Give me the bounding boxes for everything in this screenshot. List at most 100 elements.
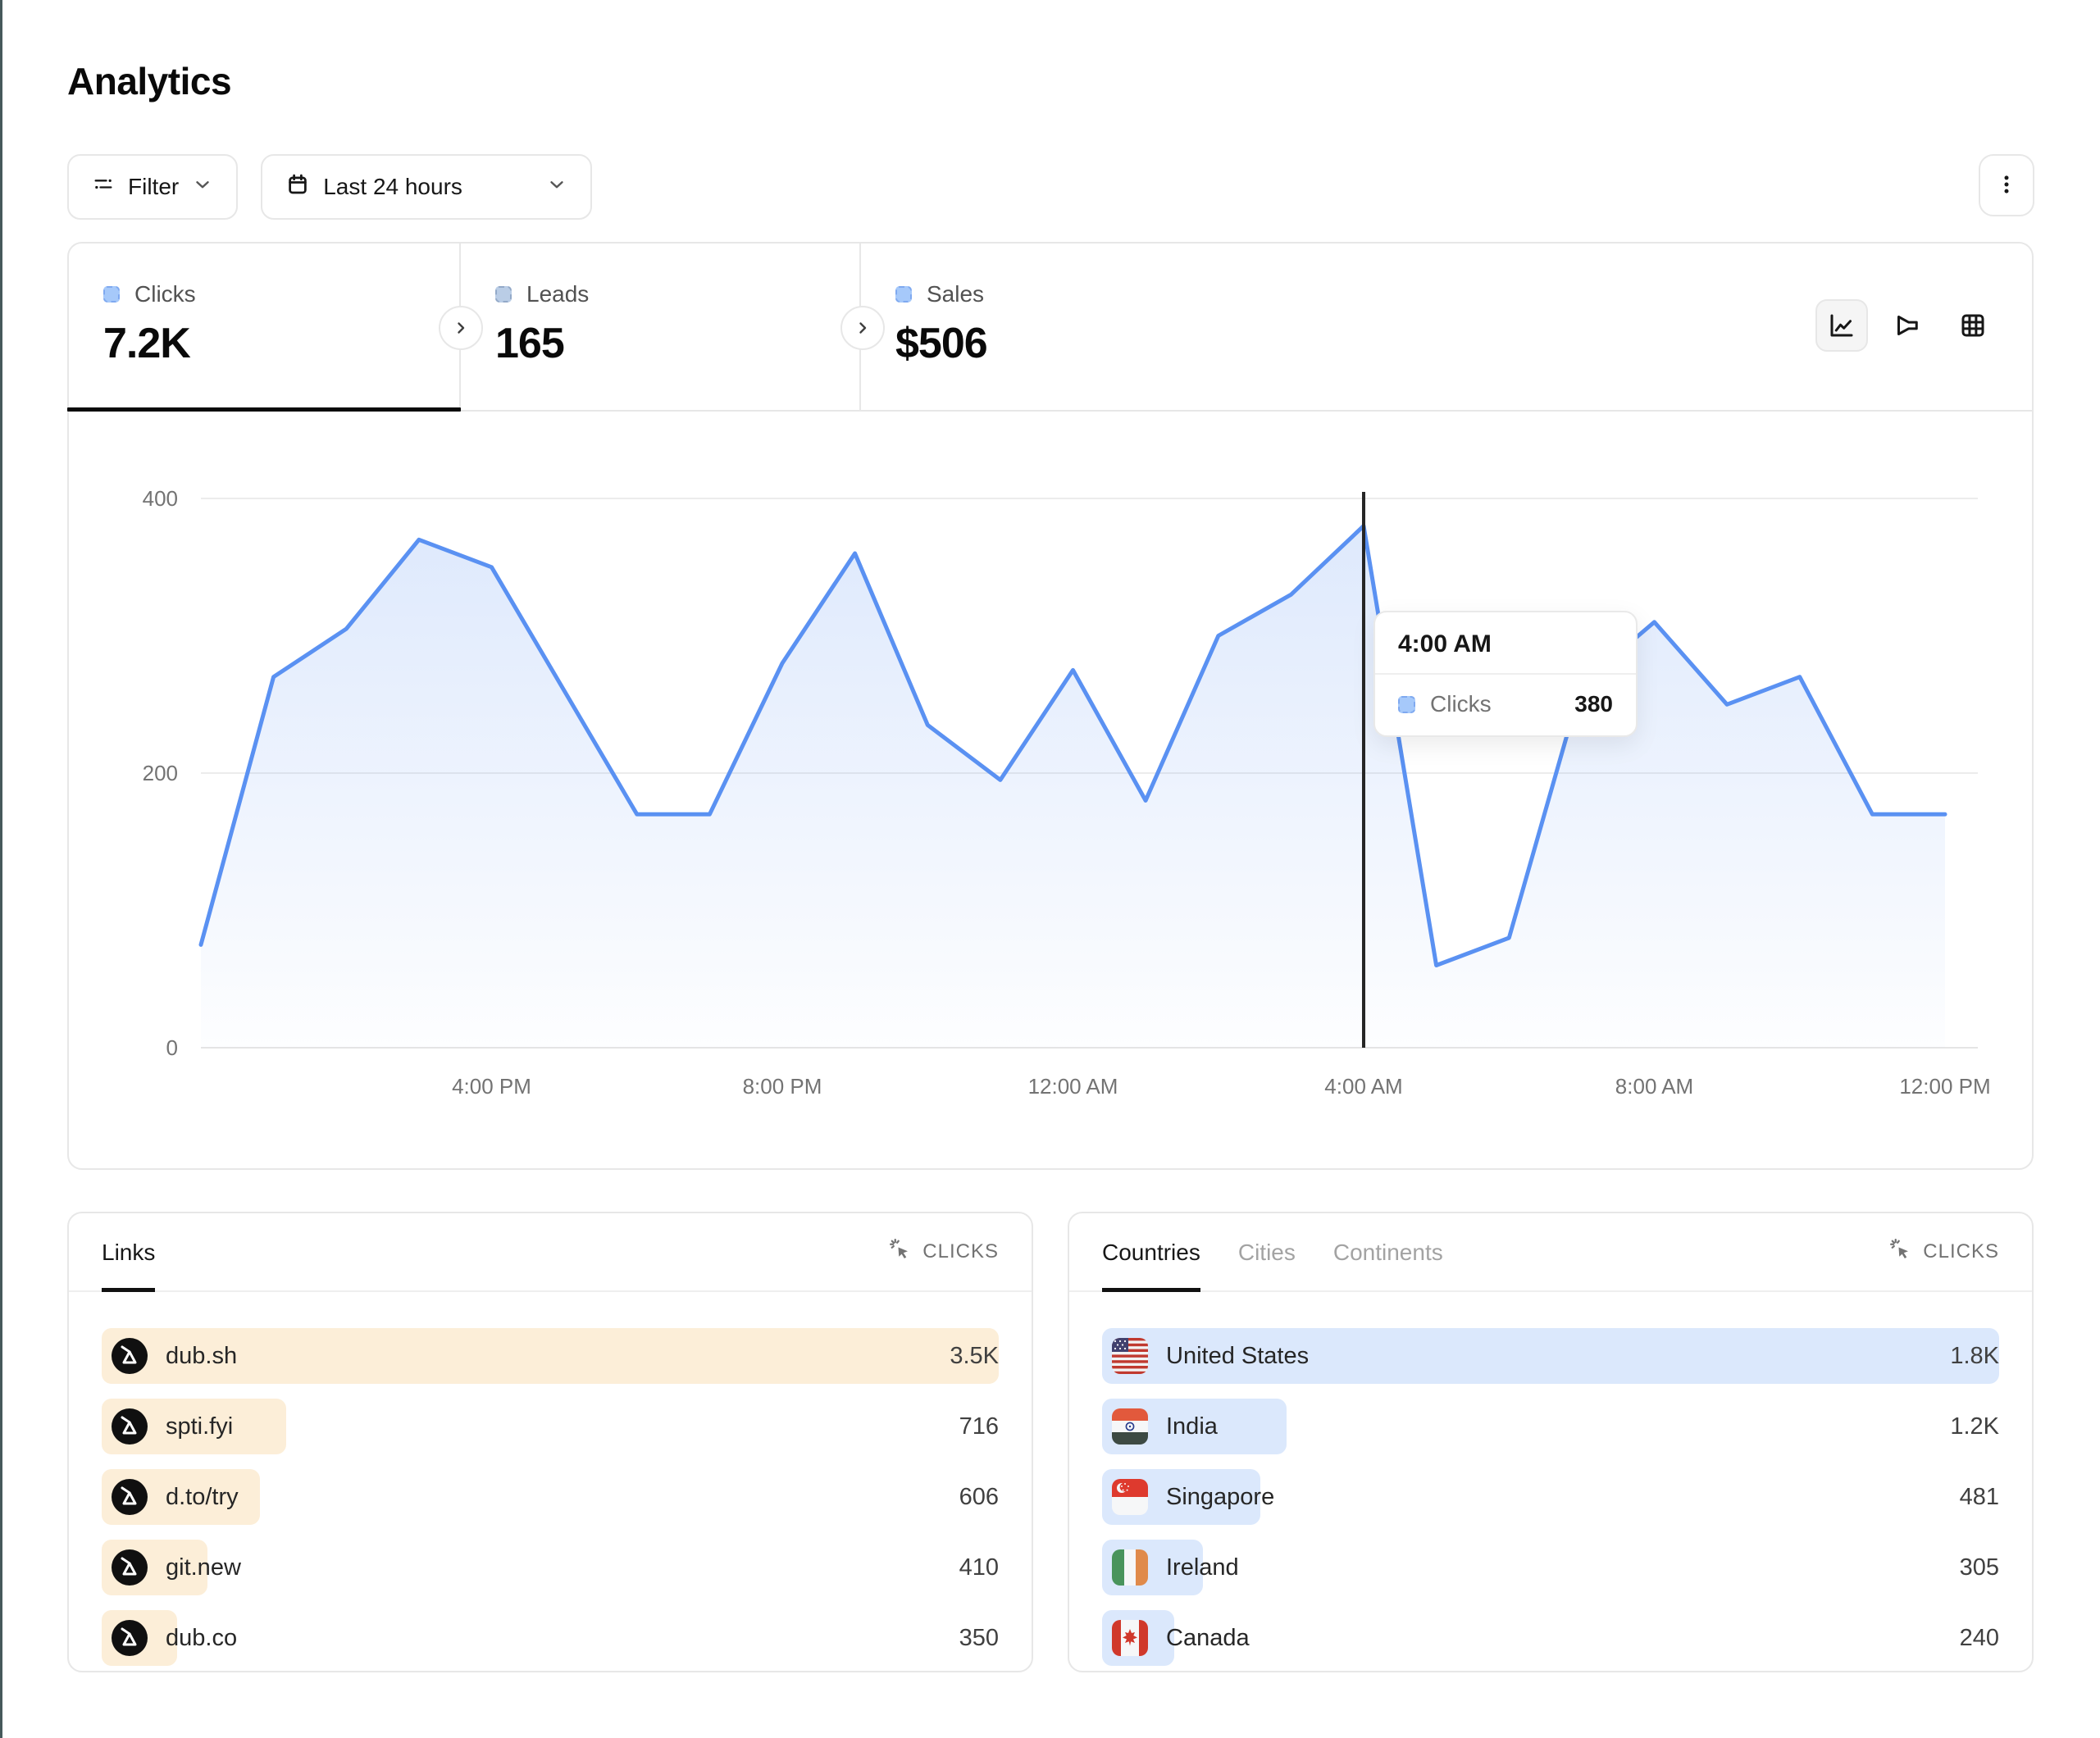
dub-logo-icon (112, 1620, 148, 1656)
stats-tabs-row: Clicks 7.2K Leads 165 Sales $506 (69, 243, 2032, 412)
clicks-swatch-icon (103, 286, 120, 303)
tab-sales[interactable]: Sales $506 (861, 243, 1287, 410)
dub-logo-icon (112, 1549, 148, 1586)
line-chart-view-button[interactable] (1815, 299, 1868, 352)
dub-logo-icon (112, 1338, 148, 1374)
dub-logo-icon (112, 1479, 148, 1515)
countries-panel-tabs: Countries Cities Continents (1102, 1213, 1443, 1290)
stat-label: Clicks (134, 281, 196, 307)
stat-value: 165 (495, 319, 859, 368)
list-item-label: Ireland (1166, 1554, 1239, 1581)
window-edge-strip (0, 0, 2, 1738)
list-item[interactable]: git.new 410 (102, 1540, 999, 1595)
chevron-down-icon (546, 174, 567, 201)
links-panel-header: Links CLICKS (69, 1213, 1032, 1292)
flag-sg-icon (1112, 1479, 1148, 1515)
page-title: Analytics (67, 59, 231, 103)
date-range-button[interactable]: Last 24 hours (261, 154, 592, 220)
area-chart-canvas: 02004004:00 PM8:00 PM12:00 AM4:00 AM8:00… (69, 412, 2032, 1168)
flag-india-icon (1112, 1408, 1148, 1445)
list-item-value: 606 (959, 1484, 999, 1511)
tab-links[interactable]: Links (102, 1213, 155, 1292)
list-item[interactable]: spti.fyi 716 (102, 1399, 999, 1454)
table-grid-icon (1958, 311, 1988, 340)
chevron-right-icon (451, 318, 471, 338)
funnel-view-button[interactable] (1881, 299, 1934, 352)
svg-text:8:00 AM: 8:00 AM (1615, 1074, 1693, 1099)
countries-panel: Countries Cities Continents CLICKS United … (1068, 1212, 2034, 1672)
list-item[interactable]: dub.co 350 (102, 1610, 999, 1666)
countries-panel-header: Countries Cities Continents CLICKS (1069, 1213, 2032, 1292)
dub-logo-icon (112, 1549, 148, 1586)
next-stat-button[interactable] (840, 306, 885, 350)
filter-button[interactable]: Filter (67, 154, 238, 220)
list-item-value: 1.8K (1950, 1343, 1999, 1370)
chart-tooltip: 4:00 AM Clicks 380 (1373, 611, 1638, 737)
list-item-label: d.to/try (166, 1484, 239, 1511)
list-item-value: 3.5K (950, 1343, 999, 1370)
list-item-label: Singapore (1166, 1484, 1274, 1511)
list-item-value: 1.2K (1950, 1413, 1999, 1440)
metric-label: CLICKS (922, 1240, 999, 1263)
flag-ie-icon (1112, 1549, 1148, 1586)
flag-us-icon (1112, 1338, 1148, 1374)
tab-continents[interactable]: Continents (1333, 1213, 1443, 1292)
list-item[interactable]: Ireland 305 (1102, 1540, 1999, 1595)
dub-logo-icon (112, 1479, 148, 1515)
sales-swatch-icon (895, 286, 912, 303)
list-item[interactable]: Canada 240 (1102, 1610, 1999, 1666)
list-item-label: dub.co (166, 1625, 237, 1652)
list-item-value: 481 (1960, 1484, 1999, 1511)
list-item-value: 716 (959, 1413, 999, 1440)
tooltip-time: 4:00 AM (1375, 612, 1636, 675)
toolbar: Filter Last 24 hours (67, 154, 592, 220)
list-item[interactable]: d.to/try 606 (102, 1469, 999, 1525)
flag-singapore-icon (1112, 1479, 1148, 1515)
tab-leads[interactable]: Leads 165 (461, 243, 861, 410)
list-item-label: git.new (166, 1554, 241, 1581)
list-item-value: 240 (1960, 1625, 1999, 1652)
svg-text:12:00 PM: 12:00 PM (1899, 1074, 1990, 1099)
countries-list: United States 1.8K India 1.2K Singapore … (1069, 1292, 2032, 1666)
flag-ca-icon (1112, 1620, 1148, 1656)
tab-cities[interactable]: Cities (1238, 1213, 1296, 1292)
date-range-label: Last 24 hours (323, 174, 462, 200)
tooltip-series-label: Clicks (1430, 691, 1560, 717)
chevron-down-icon (192, 174, 213, 201)
dub-logo-icon (112, 1408, 148, 1445)
stat-value: 7.2K (103, 319, 459, 368)
flag-ireland-icon (1112, 1549, 1148, 1586)
metric-selector[interactable]: CLICKS (1888, 1213, 1999, 1290)
list-item[interactable]: United States 1.8K (1102, 1328, 1999, 1384)
list-item-value: 350 (959, 1625, 999, 1652)
flag-us-icon (1112, 1338, 1148, 1374)
clicks-time-series-chart[interactable]: 02004004:00 PM8:00 PM12:00 AM4:00 AM8:00… (69, 412, 2032, 1168)
metric-label: CLICKS (1923, 1240, 1999, 1263)
list-item[interactable]: dub.sh 3.5K (102, 1328, 999, 1384)
list-item-label: United States (1166, 1343, 1309, 1370)
list-item[interactable]: Singapore 481 (1102, 1469, 1999, 1525)
metric-selector[interactable]: CLICKS (888, 1213, 999, 1290)
list-item[interactable]: India 1.2K (1102, 1399, 1999, 1454)
tab-countries[interactable]: Countries (1102, 1213, 1200, 1292)
tooltip-series-swatch-icon (1398, 696, 1415, 713)
tab-clicks[interactable]: Clicks 7.2K (69, 243, 461, 410)
stat-value: $506 (895, 319, 1287, 368)
chart-view-toggles (1815, 299, 1999, 352)
links-panel: Links CLICKS dub.sh 3.5K spti.fyi 716 d.… (67, 1212, 1033, 1672)
flag-canada-icon (1112, 1620, 1148, 1656)
analytics-card: Clicks 7.2K Leads 165 Sales $506 (67, 242, 2034, 1170)
filter-button-label: Filter (128, 174, 179, 200)
more-options-button[interactable] (1979, 154, 2034, 216)
stat-label: Sales (927, 281, 984, 307)
dub-logo-icon (112, 1338, 148, 1374)
line-chart-icon (1827, 311, 1856, 340)
kebab-icon (1994, 172, 2019, 199)
list-item-label: spti.fyi (166, 1413, 233, 1440)
dub-logo-icon (112, 1620, 148, 1656)
svg-text:0: 0 (166, 1035, 178, 1060)
links-panel-tabs: Links (102, 1213, 155, 1290)
chevron-right-icon (853, 318, 872, 338)
next-stat-button[interactable] (439, 306, 483, 350)
table-view-button[interactable] (1947, 299, 1999, 352)
